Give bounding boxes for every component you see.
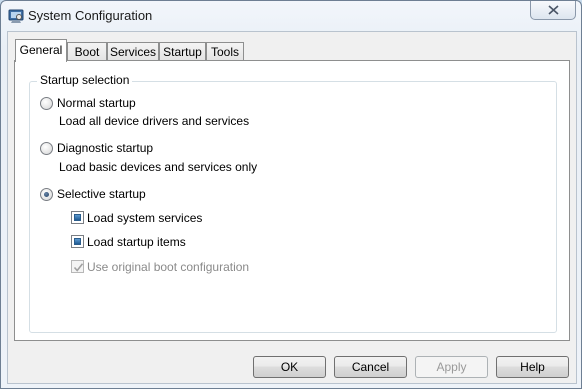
checkbox-fill [74,214,81,221]
close-icon [548,5,559,15]
help-button[interactable]: Help [496,356,569,378]
use-original-boot-config-checkbox[interactable] [71,260,84,273]
normal-startup-radio[interactable] [40,97,53,110]
apply-button[interactable]: Apply [415,356,488,378]
dialog-body: General Boot Services Startup Tools Star… [7,31,577,384]
normal-startup-label[interactable]: Normal startup [57,96,136,110]
load-system-services-label[interactable]: Load system services [87,211,202,225]
diagnostic-startup-radio[interactable] [40,142,53,155]
window-title: System Configuration [28,8,153,23]
load-startup-items-label[interactable]: Load startup items [87,235,186,249]
ok-button[interactable]: OK [253,356,326,378]
tab-label: Services [109,45,156,59]
diagnostic-startup-label[interactable]: Diagnostic startup [57,141,153,155]
help-button-label: Help [520,360,545,374]
load-system-services-checkbox[interactable] [71,211,84,224]
tab-startup[interactable]: Startup [159,42,206,62]
system-configuration-window: System Configuration General Boot Servic… [0,0,582,389]
use-original-boot-config-label[interactable]: Use original boot configuration [87,260,249,274]
tab-label: Tools [210,45,239,59]
tab-boot[interactable]: Boot [67,42,107,62]
general-tab-panel: Startup selection Normal startup Load al… [14,60,570,341]
selective-startup-label[interactable]: Selective startup [57,187,146,201]
checkmark-icon [73,263,84,272]
diagnostic-startup-description: Load basic devices and services only [59,160,258,174]
tab-general[interactable]: General [15,39,67,62]
cancel-button-label: Cancel [351,360,390,374]
checkbox-fill [74,238,81,245]
tab-label: Boot [74,45,100,59]
radio-selected-dot [44,192,49,197]
apply-button-label: Apply [436,360,467,374]
tab-services[interactable]: Services [107,42,159,62]
tab-label: General [19,43,63,57]
cancel-button[interactable]: Cancel [334,356,407,378]
normal-startup-description: Load all device drivers and services [59,114,250,128]
tab-label: Startup [163,45,202,59]
close-button[interactable] [530,1,576,20]
tab-tools[interactable]: Tools [206,42,244,62]
startup-selection-legend: Startup selection [37,73,133,87]
system-config-icon [8,8,24,24]
title-bar[interactable]: System Configuration [1,1,581,31]
selective-startup-radio[interactable] [40,188,53,201]
load-startup-items-checkbox[interactable] [71,235,84,248]
ok-button-label: OK [280,360,299,374]
